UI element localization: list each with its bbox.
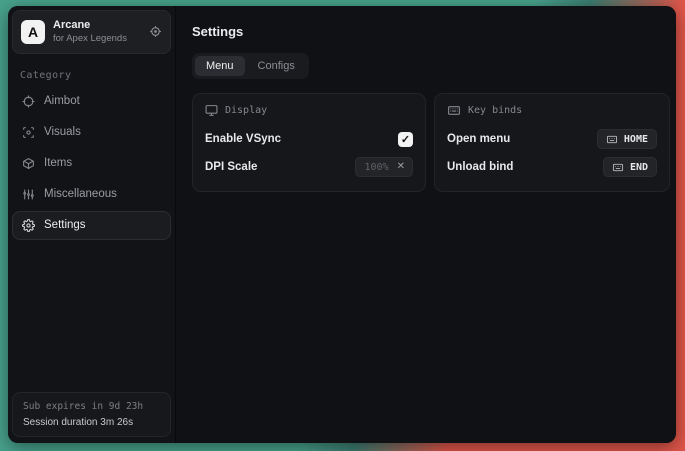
sidebar-item-miscellaneous[interactable]: Miscellaneous [12,180,171,209]
target-icon[interactable] [149,25,162,38]
category-label: Category [20,70,163,81]
main-panel: Settings Menu Configs Display [176,6,676,443]
sidebar-item-settings[interactable]: Settings [12,211,171,240]
sidebar-item-label: Miscellaneous [44,188,117,200]
tab-bar: Menu Configs [192,53,309,79]
display-card: Display Enable VSync ✓ DPI Scale 100% ✕ [192,93,426,192]
brand-title: Arcane [53,19,141,33]
sidebar-item-visuals[interactable]: Visuals [12,118,171,147]
keybinds-card-title: Key binds [468,105,522,116]
sidebar-nav: Aimbot Visuals [12,87,171,240]
page-title: Settings [192,24,670,39]
vsync-checkbox[interactable]: ✓ [398,132,413,147]
open-menu-key-label: HOME [624,134,648,145]
open-menu-row: Open menu HOME [447,127,657,151]
app-window: A Arcane for Apex Legends Category [8,6,676,443]
sub-expires-text: Sub expires in 9d 23h [23,401,160,412]
crosshair-icon [22,95,35,108]
cube-icon [22,157,35,170]
keyboard-icon [612,162,624,173]
eye-scan-icon [22,126,35,139]
keyboard-icon [447,104,461,117]
settings-cards-row: Display Enable VSync ✓ DPI Scale 100% ✕ [192,93,670,192]
dpi-row: DPI Scale 100% ✕ [205,155,413,179]
display-card-header: Display [205,104,413,117]
sidebar-spacer [12,240,171,392]
unload-bind-label: Unload bind [447,161,513,173]
display-card-title: Display [225,105,267,116]
subscription-status-card: Sub expires in 9d 23h Session duration 3… [12,392,171,437]
unload-bind-key-label: END [630,162,648,173]
keybinds-card-header: Key binds [447,104,657,117]
keyboard-icon [606,134,618,145]
sidebar-item-items[interactable]: Items [12,149,171,178]
sidebar-item-label: Settings [44,219,86,231]
tab-menu[interactable]: Menu [195,56,245,76]
sidebar-item-label: Visuals [44,126,81,138]
sliders-icon [22,188,35,201]
sidebar-item-aimbot[interactable]: Aimbot [12,87,171,116]
brand-text: Arcane for Apex Legends [53,19,141,45]
gear-icon [22,219,35,232]
monitor-icon [205,104,218,117]
keybinds-card: Key binds Open menu HOME [434,93,670,192]
dpi-scale-value: 100% [365,162,389,173]
dpi-label: DPI Scale [205,161,257,173]
app-logo: A [21,20,45,44]
session-duration-text: Session duration 3m 26s [23,417,160,428]
open-menu-label: Open menu [447,133,510,145]
clear-icon[interactable]: ✕ [397,162,405,172]
dpi-scale-input[interactable]: 100% ✕ [355,157,413,177]
vsync-row: Enable VSync ✓ [205,127,413,151]
vsync-label: Enable VSync [205,133,281,145]
brand-subtitle: for Apex Legends [53,33,141,45]
sidebar: A Arcane for Apex Legends Category [8,6,176,443]
tab-configs[interactable]: Configs [247,56,306,76]
open-menu-keybind[interactable]: HOME [597,129,657,149]
unload-bind-row: Unload bind END [447,155,657,179]
check-icon: ✓ [401,133,410,146]
sidebar-item-label: Aimbot [44,95,80,107]
desktop-background: A Arcane for Apex Legends Category [0,0,685,451]
sidebar-item-label: Items [44,157,72,169]
brand-card: A Arcane for Apex Legends [12,10,171,54]
unload-bind-keybind[interactable]: END [603,157,657,177]
